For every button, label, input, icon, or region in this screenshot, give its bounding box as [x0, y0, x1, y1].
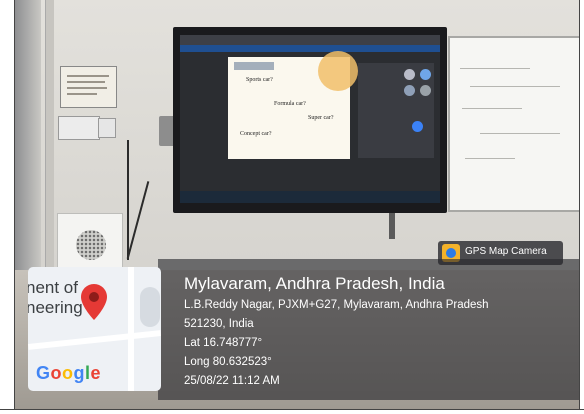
- participants-panel: [358, 63, 434, 158]
- wall-pipe: [45, 0, 54, 280]
- frame-border-right: [579, 0, 584, 414]
- datetime: 25/08/22 11:12 AM: [184, 375, 280, 387]
- map-feature: [140, 287, 160, 327]
- tv-screen: Sports car? Formula car? Super car? Conc…: [180, 35, 440, 203]
- map-pin-icon: [81, 284, 107, 320]
- wall-notice: [60, 66, 117, 108]
- screen-banner: [180, 45, 440, 52]
- slide-logo: [234, 62, 274, 70]
- location-title: Mylavaram, Andhra Pradesh, India: [184, 274, 445, 293]
- map-label-line-1: nent of: [28, 278, 78, 297]
- longitude: Long 80.632523°: [184, 356, 272, 368]
- photo-frame: Sports car? Formula car? Super car? Conc…: [0, 0, 584, 414]
- cable: [127, 140, 129, 260]
- switch-board: [58, 116, 100, 140]
- whiteboard: [448, 36, 580, 212]
- google-logo: Google: [36, 363, 102, 383]
- latitude: Lat 16.748777°: [184, 337, 263, 349]
- presentation-slide: Sports car? Formula car? Super car? Conc…: [228, 51, 358, 159]
- frame-border-bottom: [0, 409, 584, 414]
- map-road: [28, 330, 161, 350]
- slide-line-1: Sports car?: [246, 77, 273, 83]
- frame-border-left: [0, 0, 15, 414]
- map-road: [128, 267, 134, 391]
- tv-cable: [389, 213, 395, 239]
- address-line-2: 521230, India: [184, 318, 254, 330]
- slide-line-4: Concept car?: [240, 131, 272, 137]
- slide-line-3: Super car?: [308, 115, 334, 121]
- tv-display: Sports car? Formula car? Super car? Conc…: [173, 27, 447, 239]
- switch-socket: [98, 118, 116, 138]
- speaker-grill: [76, 230, 106, 260]
- screen-taskbar: [180, 191, 440, 203]
- badge-label: GPS Map Camera: [465, 246, 547, 257]
- slide-line-2: Formula car?: [274, 101, 306, 107]
- map-label-line-2: neering: [28, 298, 83, 317]
- mini-map: nent of neering Google: [28, 267, 161, 391]
- screen-toolbar: [180, 35, 440, 45]
- address-line-1: L.B.Reddy Nagar, PJXM+G27, Mylavaram, An…: [184, 299, 489, 311]
